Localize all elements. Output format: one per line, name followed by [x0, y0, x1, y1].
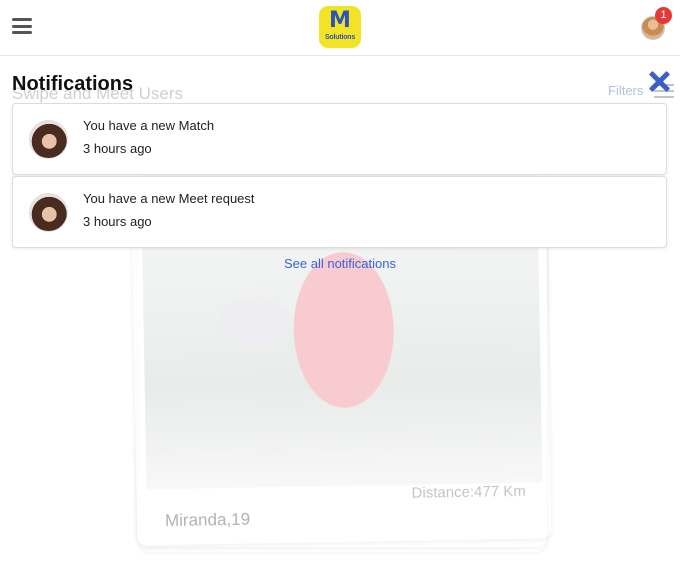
card-distance: Distance:477 Km [411, 482, 526, 502]
notification-badge[interactable]: 1 [655, 7, 672, 24]
see-all-notifications-link[interactable]: See all notifications [0, 256, 680, 271]
notification-avatar [29, 193, 68, 232]
top-bar: M Solutions 1 [0, 0, 680, 56]
notification-avatar [29, 120, 68, 159]
card-name: Miranda,19 [164, 509, 251, 531]
notification-time: 3 hours ago [83, 214, 152, 229]
page: M Solutions 1 Swipe and Meet Users Filte… [0, 0, 680, 569]
logo-subtitle: Solutions [324, 34, 356, 41]
notification-text: You have a new Meet request [83, 191, 255, 206]
notification-text: You have a new Match [83, 118, 215, 133]
notification-time: 3 hours ago [83, 141, 152, 156]
notifications-panel: Notifications You have a new Match 3 hou… [0, 66, 680, 286]
hamburger-icon[interactable] [12, 18, 32, 34]
logo-letter: M [329, 8, 351, 33]
app-logo[interactable]: M Solutions [319, 6, 361, 48]
notification-item[interactable]: You have a new Match 3 hours ago [12, 103, 667, 175]
close-icon[interactable] [648, 71, 670, 93]
notifications-title: Notifications [12, 73, 134, 95]
notification-item[interactable]: You have a new Meet request 3 hours ago [12, 176, 667, 248]
